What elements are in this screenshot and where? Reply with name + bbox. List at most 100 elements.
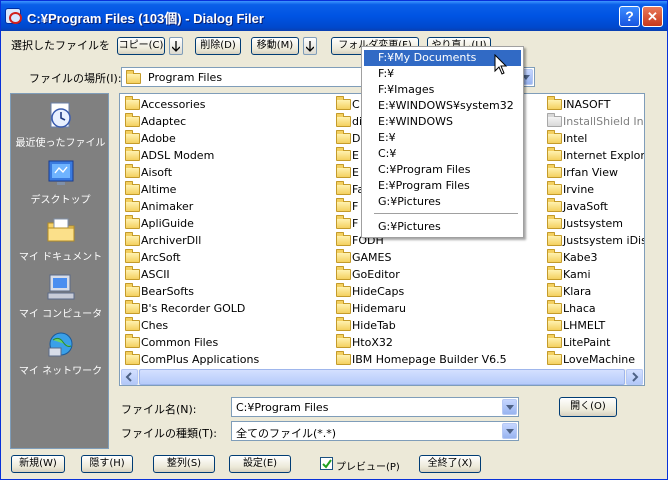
folder-icon (547, 351, 562, 365)
menu-item[interactable]: G:¥Pictures (364, 194, 521, 210)
list-item[interactable]: Adobe (122, 130, 259, 147)
quit-all-button[interactable]: 全終了(X) (419, 455, 481, 473)
list-item[interactable]: Internet Explore (544, 147, 644, 164)
menu-item[interactable]: F:¥Images (364, 82, 521, 98)
menu-item[interactable]: E:¥ (364, 130, 521, 146)
place-my-computer[interactable]: マイ コンピュータ (11, 271, 110, 327)
list-item[interactable]: GoEditor (333, 266, 507, 283)
list-item[interactable]: Ches (122, 317, 259, 334)
menu-item[interactable]: C:¥Program Files (364, 162, 521, 178)
chevron-down-icon[interactable] (502, 399, 517, 415)
list-item[interactable]: ADSL Modem (122, 147, 259, 164)
move-button[interactable]: 移動(M) (251, 37, 299, 55)
menu-item[interactable]: E:¥WINDOWS¥system32 (364, 98, 521, 114)
list-item[interactable]: Irvine (544, 181, 644, 198)
list-item[interactable]: JavaSoft (544, 198, 644, 215)
menu-item[interactable]: G:¥Pictures (364, 219, 521, 235)
folder-icon (336, 300, 351, 314)
folder-icon (547, 164, 562, 178)
place-label: マイ コンピュータ (18, 309, 103, 320)
list-item[interactable]: Kabe3 (544, 249, 644, 266)
list-item[interactable]: B's Recorder GOLD (122, 300, 259, 317)
list-item[interactable]: Common Files (122, 334, 259, 351)
list-item[interactable]: LoveMachine (544, 351, 644, 368)
place-desktop[interactable]: デスクトップ (11, 157, 110, 213)
list-item[interactable]: BearSofts (122, 283, 259, 300)
chevron-down-icon[interactable] (502, 423, 517, 439)
scroll-left-button[interactable] (121, 369, 138, 385)
folder-icon (125, 266, 140, 280)
list-item[interactable]: Kami (544, 266, 644, 283)
toolbar-label: 選択したファイルを (11, 39, 110, 52)
list-item[interactable]: HtoX32 (333, 334, 507, 351)
list-item[interactable]: Animaker (122, 198, 259, 215)
folder-icon (547, 334, 562, 348)
folder-icon (336, 283, 351, 297)
list-item[interactable]: HideTab (333, 317, 507, 334)
place-my-documents[interactable]: マイ ドキュメント (11, 214, 110, 270)
list-item[interactable]: INASOFT (544, 96, 644, 113)
preview-checkbox[interactable] (320, 457, 333, 470)
help-button[interactable]: ? (619, 6, 640, 27)
settings-button[interactable]: 設定(E) (229, 455, 291, 473)
list-item[interactable]: Intel (544, 130, 644, 147)
list-item[interactable]: ApliGuide (122, 215, 259, 232)
move-dropdown-button[interactable] (303, 37, 317, 55)
title-bar[interactable]: C:¥Program Files (103個) - Dialog Filer ?… (1, 1, 667, 31)
scroll-right-button[interactable] (626, 369, 643, 385)
filetype-select[interactable]: 全てのファイル(*.*) (231, 421, 519, 441)
folder-icon (125, 351, 140, 365)
chevron-right-icon (632, 372, 639, 382)
list-item[interactable]: Adaptec (122, 113, 259, 130)
checkmark-icon (322, 459, 332, 469)
list-item[interactable]: ArcSoft (122, 249, 259, 266)
hide-button[interactable]: 隠す(H) (81, 455, 133, 473)
horizontal-scrollbar[interactable] (121, 369, 643, 385)
list-item[interactable]: HideCaps (333, 283, 507, 300)
folder-icon (126, 70, 141, 84)
copy-dropdown-button[interactable] (169, 37, 183, 55)
list-item[interactable]: IBM Homepage Builder V6.5 (333, 351, 507, 368)
file-column-1: Accessories Adaptec Adobe ADSL Modem Ais… (122, 96, 259, 368)
close-button[interactable]: ✕ (642, 6, 663, 27)
place-label: マイ ドキュメント (18, 252, 103, 263)
copy-button[interactable]: コピー(C) (117, 37, 165, 55)
open-button[interactable]: 開く(O) (559, 397, 617, 417)
menu-item[interactable]: E:¥Program Files (364, 178, 521, 194)
list-item[interactable]: Altime (122, 181, 259, 198)
menu-item[interactable]: C:¥ (364, 146, 521, 162)
places-bar: 最近使ったファイル デスクトップ マイ ドキュメント マイ コンピュータ マイ … (10, 93, 109, 449)
folder-icon (125, 232, 140, 246)
list-item[interactable]: ArchiverDll (122, 232, 259, 249)
list-item[interactable]: InstallShield Ins (544, 113, 644, 130)
list-item[interactable]: Irfan View (544, 164, 644, 181)
preview-label[interactable]: プレビュー(P) (336, 458, 400, 473)
sort-button[interactable]: 整列(S) (153, 455, 215, 473)
place-recent[interactable]: 最近使ったファイル (11, 100, 110, 156)
list-item[interactable]: Aisoft (122, 164, 259, 181)
scroll-thumb[interactable] (139, 369, 625, 385)
list-item[interactable]: ComPlus Applications (122, 351, 259, 368)
list-item[interactable]: Klara (544, 283, 644, 300)
folder-icon (547, 249, 562, 263)
folder-icon (125, 147, 140, 161)
list-item[interactable]: Lhaca (544, 300, 644, 317)
list-item[interactable]: Accessories (122, 96, 259, 113)
filename-field[interactable]: C:¥Program Files (231, 397, 519, 417)
list-item[interactable]: Justsystem (544, 215, 644, 232)
folder-icon (125, 198, 140, 212)
folder-icon (336, 147, 351, 161)
app-icon (5, 8, 22, 24)
folder-icon (125, 283, 140, 297)
delete-button[interactable]: 削除(D) (195, 37, 241, 55)
list-item[interactable]: Justsystem iDis (544, 232, 644, 249)
new-button[interactable]: 新規(W) (11, 455, 65, 473)
place-my-network[interactable]: マイ ネットワーク (11, 328, 110, 384)
list-item[interactable]: LitePaint (544, 334, 644, 351)
list-item[interactable]: Hidemaru (333, 300, 507, 317)
folder-icon (336, 198, 351, 212)
list-item[interactable]: ASCII (122, 266, 259, 283)
list-item[interactable]: LHMELT (544, 317, 644, 334)
list-item[interactable]: GAMES (333, 249, 507, 266)
menu-item[interactable]: E:¥WINDOWS (364, 114, 521, 130)
